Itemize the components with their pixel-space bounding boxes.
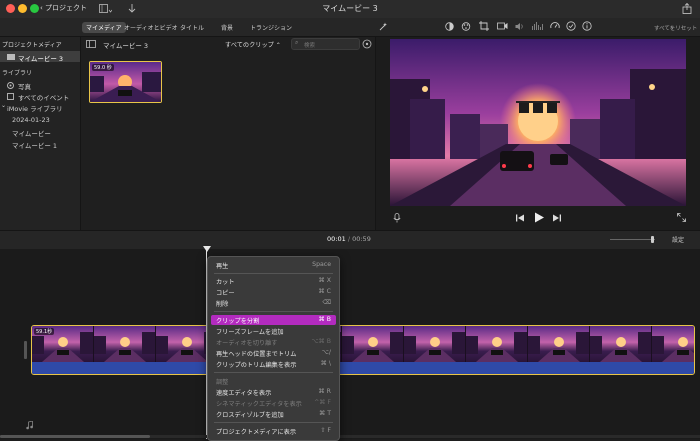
timeline-start-handle[interactable] [24, 341, 27, 359]
clip-context-menu: 再生 Space カット ⌘ X コピー ⌘ C 削除 ⌫ クリップを分割 ⌘ B フリー… [207, 256, 340, 441]
browser-clip-thumbnail[interactable]: 59.0 秒 [89, 61, 162, 103]
menu-item-show-cinematic-editor: シネマティックエディタを表示 ^⌘ F [216, 399, 331, 408]
clip-filter-value: すべてのクリップ [225, 42, 274, 49]
time-separator: / [347, 235, 351, 243]
tab-my-media[interactable]: マイメディア [82, 22, 126, 33]
total-time: 00:59 [352, 235, 371, 243]
crop-icon[interactable] [479, 21, 489, 31]
sidebar-library-label: iMovie ライブラリ [7, 105, 63, 113]
sidebar-item-my-movie[interactable]: マイムービー [12, 128, 51, 138]
project-media-heading: プロジェクトメディア [2, 42, 62, 49]
skip-forward-icon[interactable] [553, 214, 561, 222]
menu-item-add-freeze-frame[interactable]: フリーズフレームを追加 [211, 326, 336, 336]
menu-item-show-clip-trimmer[interactable]: クリップのトリム編集を表示 ⌘ \ [211, 359, 336, 369]
tab-backgrounds[interactable]: 背景 [221, 23, 233, 32]
menu-item-detach-audio: オーディオを切り離す ⌥⌘ B [216, 338, 331, 347]
timeline-scrollbar-thumb[interactable] [0, 435, 150, 438]
color-balance-icon[interactable] [445, 22, 454, 31]
viewer [376, 37, 700, 230]
synthwave-city-frame [390, 39, 686, 206]
magic-wand-icon[interactable] [379, 22, 388, 31]
window-title: マイムービー 3 [322, 4, 378, 13]
speed-icon[interactable] [550, 21, 560, 31]
timeline: 59.1秒 [0, 246, 700, 439]
chevron-down-icon[interactable]: ⌄ [1, 102, 6, 109]
browser-settings-icon[interactable] [362, 39, 372, 49]
timeline-scrollbar[interactable] [0, 435, 700, 438]
stabilization-icon[interactable] [497, 22, 508, 30]
share-icon[interactable] [682, 3, 692, 14]
fullscreen-icon[interactable] [677, 213, 686, 222]
chevron-updown-icon: ⌃ [275, 42, 281, 49]
tab-bar: マイメディア オーディオとビデオ タイトル 背景 トランジション すべてをリセッ… [0, 18, 700, 37]
sidebar-toggle-icon[interactable] [86, 40, 96, 48]
sidebar-item-project[interactable]: マイムービー 3 [0, 51, 80, 63]
timeline-clip[interactable]: 59.1秒 [31, 325, 695, 375]
menu-separator [214, 273, 333, 274]
library-sidebar: プロジェクトメディア マイムービー 3 ライブラリ 写真 すべてのイベント ⌄ … [0, 37, 81, 230]
menu-item-split-clip[interactable]: クリップを分割 ⌘ B [211, 315, 336, 325]
menu-item-reveal-in-project-media[interactable]: プロジェクトメディアに表示 ⇧ F [211, 426, 336, 436]
sidebar-item-event-date[interactable]: 2024-01-23 [12, 116, 50, 124]
clip-filter-select[interactable]: すべてのクリップ ⌃ [225, 40, 281, 49]
clip-filmstrip [32, 326, 694, 374]
timeline-clip-duration: 59.1秒 [34, 328, 55, 335]
menu-item-trim-to-playhead[interactable]: 再生ヘッドの位置までトリム ⌥/ [211, 348, 336, 358]
color-correction-icon[interactable] [461, 22, 471, 31]
play-icon[interactable] [534, 212, 544, 223]
sidebar-item-my-movie-1[interactable]: マイムービー 1 [12, 140, 57, 150]
info-icon[interactable] [582, 21, 592, 31]
sidebar-project-label: マイムービー 3 [18, 54, 64, 63]
timeline-toolbar: 00:01 / 00:59 設定 [0, 230, 700, 250]
tab-titles[interactable]: タイトル [180, 23, 204, 32]
music-note-icon [26, 421, 33, 430]
zoom-slider[interactable] [610, 236, 655, 243]
sidebar-item-library[interactable]: ⌄ iMovie ライブラリ [0, 102, 80, 113]
libraries-heading: ライブラリ [2, 70, 33, 77]
menu-item-add-cross-dissolve[interactable]: クロスディゾルブを追加 ⌘ T [211, 409, 336, 419]
video-preview[interactable] [390, 39, 686, 206]
search-placeholder: 検索 [304, 42, 316, 49]
menu-item-play[interactable]: 再生 Space [211, 260, 336, 270]
film-icon [7, 54, 15, 60]
clip-duration-badge: 59.0 秒 [92, 64, 114, 71]
menu-item-adjust: 調整 [216, 379, 229, 386]
star-icon [7, 93, 14, 100]
volume-icon[interactable] [515, 22, 525, 31]
zoom-slider-knob[interactable] [651, 236, 654, 243]
tab-transitions[interactable]: トランジション [250, 23, 292, 32]
sidebar-item-all-events[interactable]: すべてのイベント [0, 91, 80, 102]
timeline-settings-button[interactable]: 設定 [672, 235, 684, 244]
sidebar-item-photos[interactable]: 写真 [0, 80, 80, 91]
noise-reduction-icon[interactable] [532, 21, 543, 31]
browser-title: マイムービー 3 [103, 42, 149, 50]
microphone-icon[interactable] [393, 213, 401, 223]
menu-separator [214, 311, 333, 312]
menu-item-delete[interactable]: 削除 ⌫ [211, 298, 336, 308]
sidebar-all-events-label: すべてのイベント [18, 94, 70, 102]
current-time: 00:01 [327, 235, 346, 243]
media-browser: マイムービー 3 すべてのクリップ ⌃ ⌕ 検索 59.0 秒 [81, 37, 376, 230]
sidebar-photos-label: 写真 [18, 83, 31, 91]
menu-item-copy[interactable]: コピー ⌘ C [211, 287, 336, 297]
tab-audio-video[interactable]: オーディオとビデオ [124, 23, 178, 32]
menu-separator [214, 372, 333, 373]
photos-icon [7, 82, 14, 89]
menu-separator [214, 422, 333, 423]
search-icon: ⌕ [295, 39, 299, 46]
search-field[interactable]: ⌕ 検索 [291, 38, 360, 50]
playhead-handle[interactable] [203, 246, 211, 252]
timecode: 00:01 / 00:59 [327, 235, 371, 243]
reset-all-button[interactable]: すべてをリセット [654, 24, 697, 32]
menu-item-cut[interactable]: カット ⌘ X [211, 276, 336, 286]
menu-item-show-speed-editor[interactable]: 速度エディタを表示 ⌘ R [211, 387, 336, 397]
clip-filter-icon[interactable] [566, 21, 576, 31]
title-bar: ‹ プロジェクト マイムービー 3 [0, 0, 700, 19]
skip-back-icon[interactable] [516, 214, 524, 222]
